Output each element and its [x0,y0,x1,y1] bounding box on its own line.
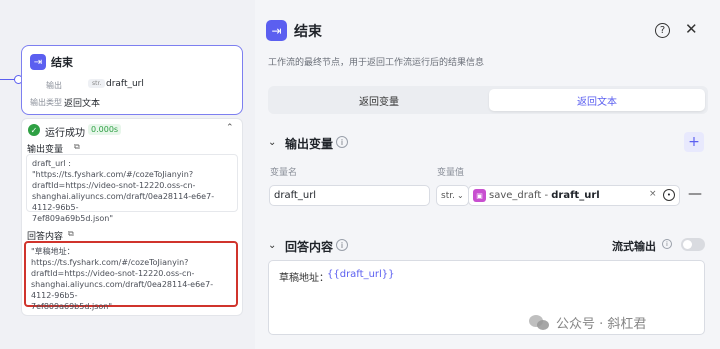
run-result-panel: ✓ 运行成功 0.000s ⌃ 输出变量 ⧉ draft_url : "http… [21,118,243,316]
reference-separator: - [541,190,552,201]
end-node-type-tag: str. [88,79,106,88]
panel-title: 结束 [294,24,322,40]
collapse-chevron-icon[interactable]: ⌃ [226,123,234,133]
copy-answer-icon[interactable]: ⧉ [68,229,74,239]
reference-variable-name: draft_url [551,190,600,201]
stream-info-icon[interactable]: i [662,239,672,249]
panel-end-node-icon: ⇥ [266,20,287,41]
run-time-badge: 0.000s [88,124,122,135]
reference-node-name: save_draft [489,190,542,201]
output-line: shanghai.aliyuncs.com/draft/0ea28114-e6e… [32,192,215,212]
info-icon[interactable]: i [336,136,348,148]
success-icon: ✓ [28,124,40,136]
output-text-box: draft_url : "https://ts.fyshark.com/#/co… [26,154,238,223]
wechat-logo-icon [529,315,551,331]
tab-return-text[interactable]: 返回文本 [489,89,705,111]
end-node-title: 结束 [51,56,73,69]
node-reference-icon: ▣ [473,189,486,202]
type-select-value: str. [441,190,455,201]
remove-variable-icon[interactable]: — [688,186,702,202]
output-line: 7ef809a69b5d.json" [32,214,114,223]
end-node-output-value: draft_url [106,79,144,89]
copy-output-icon[interactable]: ⧉ [74,142,80,152]
variable-name-input[interactable]: draft_url [269,185,430,206]
end-node-output-label: 输出 [46,81,62,90]
output-section-title: 输出变量 [285,137,334,151]
answer-section-title: 回答内容 [285,240,334,254]
answer-text-box-highlighted: "草稿地址：https://ts.fyshark.com/#/cozeToJia… [24,241,238,311]
answer-line: "草稿地址：https://ts.fyshark.com/#/cozeToJia… [31,247,189,267]
end-node-type-label: 输出类型 [30,98,62,107]
output-line: draftId=https://video-snot-12220.oss-cn- [32,181,196,190]
type-select[interactable]: str. ⌄ [436,185,469,206]
variable-reference-field[interactable]: ▣ save_draft - draft_url × • [468,185,680,206]
answer-line: 7ef809a69b5d.json" [31,302,113,311]
answer-section-chevron-icon[interactable]: ⌄ [268,240,276,251]
answer-info-icon[interactable]: i [336,239,348,251]
toggle-knob [683,240,692,249]
return-mode-tabs: 返回变量 返回文本 [268,86,708,114]
answer-content-prefix: 草稿地址： [279,273,329,284]
end-node-icon: ⇥ [30,54,46,70]
end-node-card[interactable]: ⇥ 结束 输出 str. draft_url 输出类型 返回文本 [21,45,243,115]
watermark-text: 公众号 · 斜杠君 [556,317,647,332]
add-variable-button[interactable]: + [684,132,704,152]
run-status: 运行成功 [45,128,85,139]
panel-description: 工作流的最终节点，用于返回工作流运行后的结果信息 [268,58,485,68]
help-icon[interactable]: ? [655,23,670,38]
target-icon[interactable]: • [663,189,675,201]
answer-line: shanghai.aliyuncs.com/draft/0ea28114-e6e… [31,280,214,300]
clear-reference-icon[interactable]: × [649,189,657,199]
chevron-down-icon: ⌄ [456,191,464,200]
output-section-chevron-icon[interactable]: ⌄ [268,137,276,148]
tab-return-variables[interactable]: 返回变量 [271,89,487,111]
answer-line: draftId=https://video-snot-12220.oss-cn- [31,269,195,278]
column-value-header: 变量值 [437,168,465,178]
end-node-type-value: 返回文本 [64,99,101,109]
output-line: draft_url : "https://ts.fyshark.com/#/co… [32,159,194,179]
close-icon[interactable]: ✕ [685,20,698,38]
answer-content-variable: {{draft_url}} [327,269,395,280]
column-name-header: 变量名 [270,168,298,178]
stream-output-toggle[interactable] [681,238,705,251]
stream-output-label: 流式输出 [612,240,656,253]
